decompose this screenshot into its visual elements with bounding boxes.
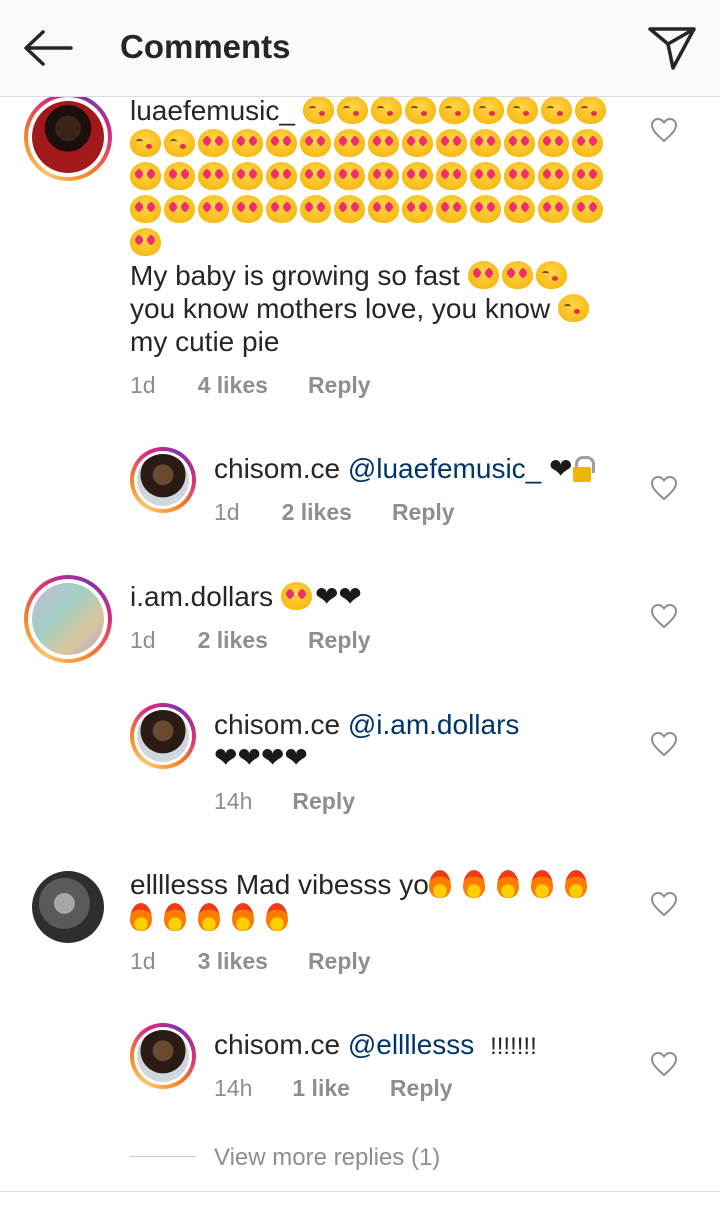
comment-meta: 14h Reply: [214, 788, 355, 815]
comment-username[interactable]: i.am.dollars: [130, 581, 273, 612]
comment-mention[interactable]: @i.am.dollars: [348, 709, 520, 740]
like-button[interactable]: [648, 729, 680, 759]
page-title: Comments: [120, 28, 291, 65]
avatar[interactable]: [130, 1023, 196, 1089]
reply-button[interactable]: Reply: [392, 499, 455, 526]
comment-time: 14h: [214, 788, 253, 814]
comment-meta: 1d 3 likes Reply: [130, 948, 371, 975]
comment-meta: 14h 1 like Reply: [214, 1075, 453, 1102]
comment-body: !!!!!!!: [490, 1033, 537, 1060]
comment-text: chisom.ce @i.am.dollars ❤❤❤❤: [214, 708, 634, 774]
like-button[interactable]: [648, 889, 680, 919]
comment-mention[interactable]: @luaefemusic_: [348, 453, 541, 484]
avatar[interactable]: [130, 447, 196, 513]
heart-outline-icon: [650, 731, 678, 757]
like-button[interactable]: [648, 115, 680, 145]
comment-time: 1d: [130, 948, 156, 974]
comment-likes[interactable]: 1 like: [292, 1075, 350, 1102]
heart-outline-icon: [650, 1051, 678, 1077]
heart-outline-icon: [650, 117, 678, 143]
comment-time: 14h: [214, 1075, 253, 1101]
profile-photo: [137, 454, 189, 506]
bottom-divider: [0, 1191, 720, 1192]
comment-emoji: ❤❤❤❤: [214, 742, 308, 773]
heart-outline-icon: [650, 891, 678, 917]
comment-emoji: ❤❤: [280, 581, 362, 612]
heart-outline-icon: [650, 603, 678, 629]
avatar[interactable]: [24, 93, 112, 181]
paper-plane-icon: [648, 27, 696, 70]
comment-meta: 1d 4 likes Reply: [130, 372, 371, 399]
like-button[interactable]: [648, 473, 680, 503]
view-more-replies-button[interactable]: View more replies (1): [214, 1144, 440, 1172]
reply-button[interactable]: Reply: [292, 788, 355, 815]
comment-likes[interactable]: 2 likes: [198, 627, 268, 654]
app-header: Comments: [0, 0, 720, 97]
comment-username[interactable]: chisom.ce: [214, 453, 340, 484]
profile-photo: [137, 710, 189, 762]
share-button[interactable]: [640, 20, 704, 76]
back-button[interactable]: [18, 24, 76, 72]
comment-likes[interactable]: 4 likes: [198, 372, 268, 399]
arrow-left-icon: [24, 30, 73, 66]
comment-text: luaefemusic_ My baby is growing so fast …: [130, 94, 620, 358]
comment-emoji: ❤: [549, 453, 596, 484]
comment-username[interactable]: chisom.ce: [214, 709, 340, 740]
comment-body: My baby is growing so fast: [130, 260, 460, 291]
comment-time: 1d: [214, 499, 240, 525]
comment-text: i.am.dollars ❤❤: [130, 580, 620, 613]
comment-body-2: you know mothers love, you know: [130, 293, 551, 324]
comment-likes[interactable]: 3 likes: [198, 948, 268, 975]
profile-photo: [32, 583, 104, 655]
comment-meta: 1d 2 likes Reply: [130, 627, 371, 654]
avatar[interactable]: [24, 575, 112, 663]
heart-outline-icon: [650, 475, 678, 501]
comment-likes[interactable]: 2 likes: [282, 499, 352, 526]
profile-photo: [32, 871, 104, 943]
reply-button[interactable]: Reply: [308, 627, 371, 654]
like-button[interactable]: [648, 1049, 680, 1079]
comment-text: ellllesss Mad vibesss yo: [130, 868, 620, 934]
reply-button[interactable]: Reply: [308, 372, 371, 399]
comment-body-3: my cutie pie: [130, 326, 280, 357]
replies-divider: [130, 1156, 196, 1157]
avatar[interactable]: [32, 871, 104, 943]
comment-body: Mad vibesss yo: [235, 869, 429, 900]
comment-text: chisom.ce @ellllesss !!!!!!!: [214, 1028, 634, 1063]
comment-meta: 1d 2 likes Reply: [214, 499, 455, 526]
comment-text: chisom.ce @luaefemusic_ ❤: [214, 452, 634, 485]
comment-time: 1d: [130, 627, 156, 653]
comment-mention[interactable]: @ellllesss: [348, 1029, 474, 1060]
profile-photo: [137, 1030, 189, 1082]
profile-photo: [32, 101, 104, 173]
comment-username[interactable]: chisom.ce: [214, 1029, 340, 1060]
comment-username[interactable]: ellllesss: [130, 869, 228, 900]
like-button[interactable]: [648, 601, 680, 631]
avatar[interactable]: [130, 703, 196, 769]
comment-username[interactable]: luaefemusic_: [130, 95, 295, 126]
reply-button[interactable]: Reply: [308, 948, 371, 975]
comment-time: 1d: [130, 372, 156, 398]
reply-button[interactable]: Reply: [390, 1075, 453, 1102]
